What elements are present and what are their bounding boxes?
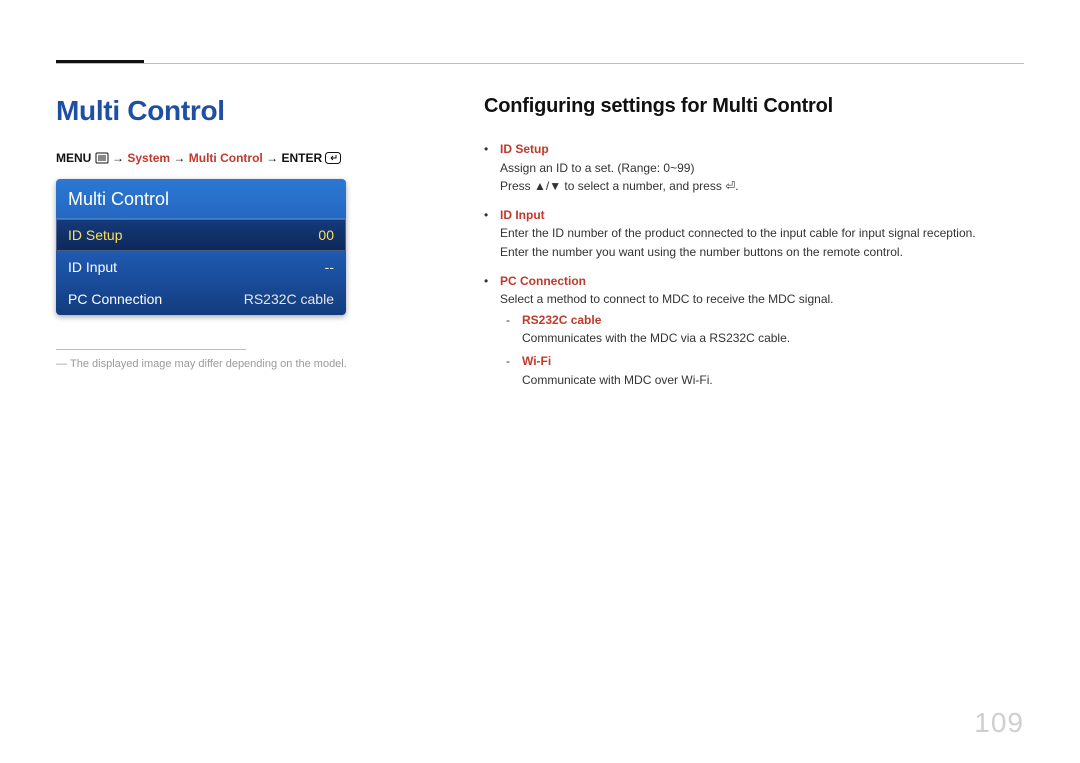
feature-list: • ID Setup Assign an ID to a set. (Range:…	[484, 140, 1024, 389]
osd-panel: Multi Control ID Setup 00 ID Input -- PC Con…	[56, 179, 346, 315]
bullet-icon: •	[484, 206, 490, 225]
feature-body-line: Assign an ID to a set. (Range: 0~99)	[484, 159, 1024, 178]
feature-item: • PC Connection Select a method to connec…	[484, 272, 1024, 390]
breadcrumb-multicontrol: Multi Control	[189, 151, 263, 165]
bullet-icon: •	[484, 140, 490, 159]
feature-subheading-row: -RS232C cable	[506, 311, 1024, 330]
osd-row-value: RS232C cable	[244, 291, 334, 307]
breadcrumb-menu: MENU	[56, 151, 91, 165]
dash-icon: -	[506, 311, 512, 330]
feature-body-line: Press ▲/▼ to select a number, and press …	[484, 177, 1024, 196]
feature-label: ID Setup	[500, 140, 549, 159]
spacer	[484, 177, 490, 196]
feature-body-text: Enter the number you want using the numb…	[500, 243, 903, 262]
breadcrumb-system: System	[127, 151, 170, 165]
dash-icon: -	[506, 352, 512, 371]
footnote-dash: ―	[56, 358, 64, 370]
feature-subbody-text: Communicate with MDC over Wi-Fi.	[522, 371, 713, 390]
feature-subitem: -RS232C cable Communicates with the MDC …	[506, 311, 1024, 348]
osd-row[interactable]: ID Setup 00	[56, 219, 346, 251]
osd-row-value: 00	[318, 227, 334, 243]
feature-label: ID Input	[500, 206, 545, 225]
page-number: 109	[974, 707, 1024, 739]
enter-icon	[325, 152, 341, 164]
left-column: Multi Control MENU → System → Multi Cont…	[56, 95, 416, 399]
footnote: ― The displayed image may differ dependin…	[56, 358, 416, 370]
osd-row-label: ID Setup	[68, 227, 122, 243]
page: Multi Control MENU → System → Multi Cont…	[0, 0, 1080, 763]
feature-item: • ID Setup Assign an ID to a set. (Range:…	[484, 140, 1024, 196]
feature-body-line: Enter the number you want using the numb…	[484, 243, 1024, 262]
feature-heading-row: • PC Connection	[484, 272, 1024, 291]
spacer	[484, 243, 490, 262]
content: Multi Control MENU → System → Multi Cont…	[56, 95, 1024, 399]
section-rule	[56, 63, 1024, 64]
feature-body-text: Select a method to connect to MDC to rec…	[500, 290, 834, 309]
osd-row[interactable]: ID Input --	[56, 251, 346, 283]
feature-subitem: -Wi-Fi Communicate with MDC over Wi-Fi.	[506, 352, 1024, 389]
feature-heading-row: • ID Setup	[484, 140, 1024, 159]
right-column: Configuring settings for Multi Control •…	[484, 95, 1024, 399]
osd-title: Multi Control	[56, 179, 346, 219]
feature-body-line: Enter the ID number of the product conne…	[484, 224, 1024, 243]
spacer	[506, 371, 512, 390]
feature-heading-row: • ID Input	[484, 206, 1024, 225]
arrow-icon: →	[112, 151, 124, 165]
feature-sublist: -RS232C cable Communicates with the MDC …	[506, 311, 1024, 389]
breadcrumb-enter: ENTER	[281, 151, 322, 165]
menu-icon	[95, 152, 109, 164]
osd-row-label: PC Connection	[68, 291, 162, 307]
feature-label: PC Connection	[500, 272, 586, 291]
feature-subbody-row: Communicates with the MDC via a RS232C c…	[506, 329, 1024, 348]
feature-sublabel: Wi-Fi	[522, 352, 551, 371]
spacer	[484, 159, 490, 178]
breadcrumb: MENU → System → Multi Control → ENTER	[56, 151, 416, 165]
osd-rows: ID Setup 00 ID Input -- PC Connection RS232C …	[56, 219, 346, 315]
osd-row-value: --	[325, 259, 334, 275]
feature-subbody-text: Communicates with the MDC via a RS232C c…	[522, 329, 790, 348]
section-heading: Configuring settings for Multi Control	[484, 95, 1024, 118]
footnote-text: The displayed image may differ depending…	[70, 358, 347, 370]
spacer	[506, 329, 512, 348]
feature-subheading-row: -Wi-Fi	[506, 352, 1024, 371]
bullet-icon: •	[484, 272, 490, 291]
feature-body-text: Press ▲/▼ to select a number, and press …	[500, 177, 739, 196]
feature-body-line: Select a method to connect to MDC to rec…	[484, 290, 1024, 309]
osd-row-label: ID Input	[68, 259, 117, 275]
arrow-icon: →	[173, 151, 185, 165]
feature-subbody-row: Communicate with MDC over Wi-Fi.	[506, 371, 1024, 390]
page-title: Multi Control	[56, 95, 416, 127]
feature-item: • ID Input Enter the ID number of the pro…	[484, 206, 1024, 262]
feature-sublabel: RS232C cable	[522, 311, 601, 330]
spacer	[484, 224, 490, 243]
arrow-icon: →	[266, 151, 278, 165]
feature-body-text: Enter the ID number of the product conne…	[500, 224, 976, 243]
footnote-rule	[56, 349, 246, 350]
feature-body-text: Assign an ID to a set. (Range: 0~99)	[500, 159, 694, 178]
osd-row[interactable]: PC Connection RS232C cable	[56, 283, 346, 315]
spacer	[484, 290, 490, 309]
